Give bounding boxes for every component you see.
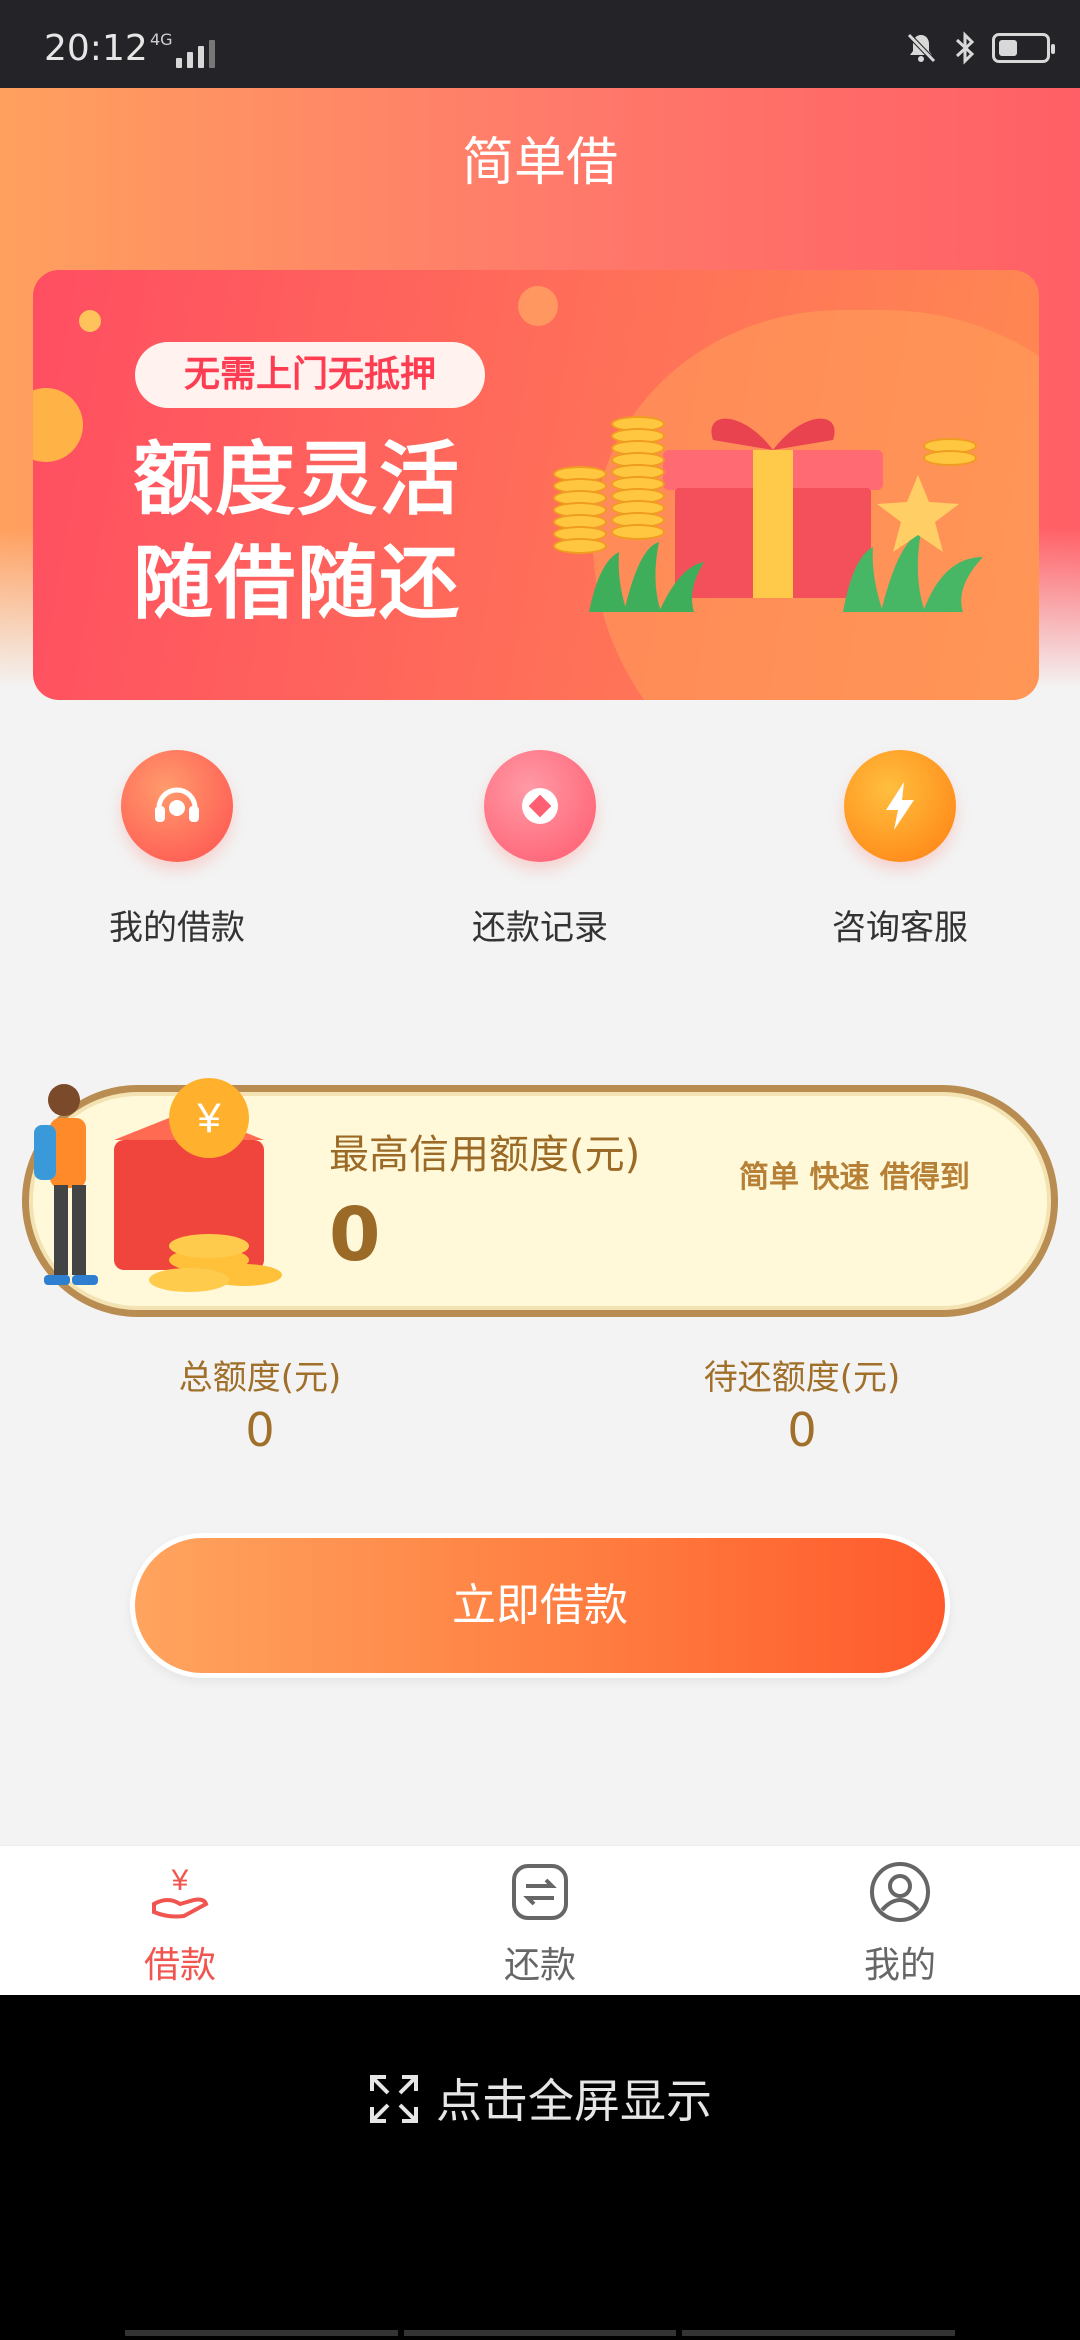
user-icon (870, 1862, 930, 1922)
credit-slogan: 简单 快速 借得到 (739, 1160, 970, 1195)
decor-dot (79, 310, 101, 332)
borrow-now-button[interactable]: 立即借款 (130, 1533, 950, 1678)
bluetooth-icon (955, 31, 975, 65)
swap-icon (512, 1864, 568, 1920)
quick-action-customer-service[interactable]: 咨询客服 (760, 750, 1040, 949)
total-credit-label: 总额度(元) (178, 1358, 342, 1398)
quick-action-repay-records[interactable]: 还款记录 (400, 750, 680, 949)
headset-icon (121, 750, 233, 862)
plant-icon (589, 542, 704, 612)
status-bar: 20:12 4G (0, 0, 1080, 88)
person-wallet-illustration: ¥ (34, 1078, 282, 1292)
decor-circle (33, 388, 83, 462)
total-credit-value: 0 (245, 1403, 275, 1457)
coin-stack-icon (611, 416, 665, 540)
total-credit: 总额度(元) 0 (110, 1350, 410, 1457)
bell-muted-icon (907, 33, 936, 63)
credit-limit-title: 最高信用额度(元) (329, 1132, 641, 1178)
network-type: 4G (150, 30, 173, 49)
lightning-icon (844, 750, 956, 862)
banner-headline-line1: 额度灵活 (133, 433, 461, 526)
signal-icon (176, 40, 215, 68)
fullscreen-label: 点击全屏显示 (436, 2074, 712, 2128)
page-title: 简单借 (461, 133, 618, 193)
quick-action-label: 还款记录 (472, 908, 608, 948)
tab-label: 还款 (503, 1945, 576, 1986)
banner-headline: 额度灵活 随借随还 (133, 428, 461, 636)
tab-label: 借款 (143, 1945, 216, 1986)
fullscreen-button[interactable]: 点击全屏显示 (0, 2065, 1080, 2131)
tab-borrow[interactable]: ¥ 借款 (0, 1846, 360, 1996)
coin-stack-icon (923, 438, 977, 466)
bottom-tab-bar: ¥ 借款 还款 我的 (0, 1845, 1080, 1995)
nav-handle (125, 2330, 956, 2336)
quick-action-label: 咨询客服 (832, 908, 968, 948)
quick-action-my-loans[interactable]: 我的借款 (37, 750, 317, 949)
pending-repayment-label: 待还额度(元) (703, 1358, 901, 1398)
status-time: 20:12 (44, 28, 148, 69)
status-icons (904, 30, 1055, 66)
banner-tag: 无需上门无抵押 (135, 342, 485, 408)
credit-limit-value: 0 (329, 1192, 381, 1278)
yen-hand-icon: ¥ (152, 1864, 209, 1919)
expand-icon (370, 2074, 418, 2123)
tab-repay[interactable]: 还款 (360, 1846, 720, 1996)
pending-repayment: 待还额度(元) 0 (652, 1350, 952, 1457)
tab-mine[interactable]: 我的 (720, 1846, 1080, 1996)
banner-headline-line2: 随借随还 (133, 537, 461, 630)
promo-banner[interactable]: 无需上门无抵押 额度灵活 随借随还 (33, 270, 1039, 700)
svg-text:¥: ¥ (196, 1094, 221, 1141)
svg-text:¥: ¥ (171, 1864, 189, 1897)
diamond-icon (484, 750, 596, 862)
star-icon (877, 475, 959, 552)
tab-label: 我的 (863, 1945, 936, 1986)
decor-dot (518, 286, 558, 326)
quick-action-label: 我的借款 (109, 908, 245, 948)
battery-icon (992, 33, 1055, 63)
pending-repayment-value: 0 (787, 1403, 817, 1457)
fullscreen-overlay: 点击全屏显示 (0, 1995, 1080, 2340)
